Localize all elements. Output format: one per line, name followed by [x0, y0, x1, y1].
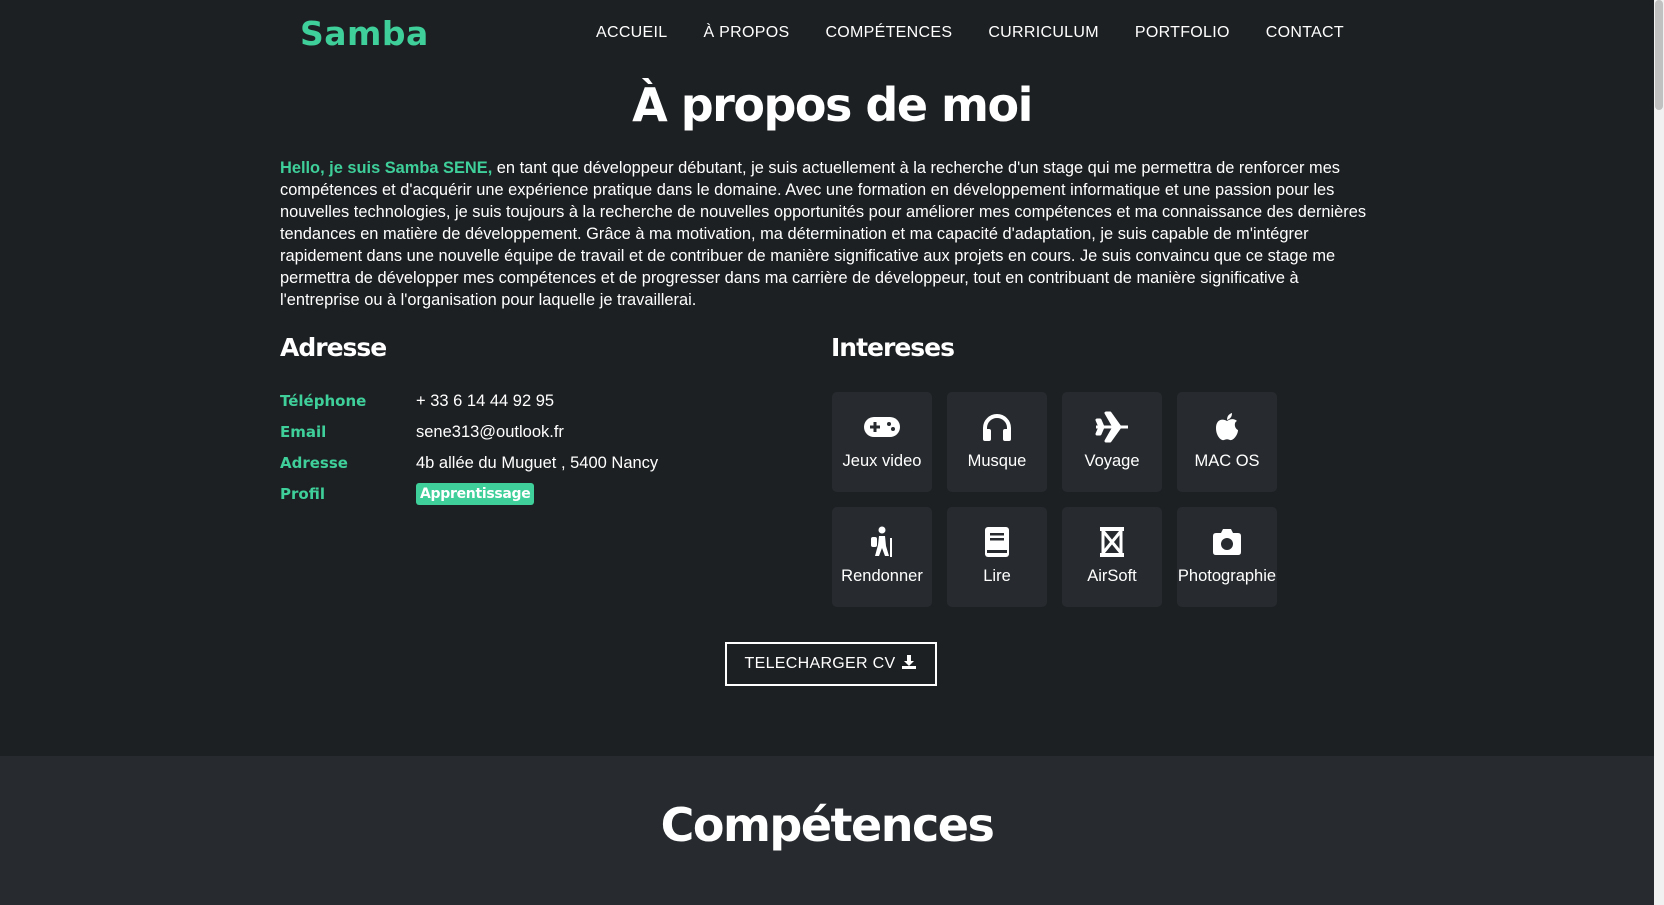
info-label: Email [280, 423, 327, 441]
top-navbar: Samba ACCUEIL À PROPOS COMPÉTENCES CURRI… [0, 0, 1654, 70]
hourglass-icon [1062, 525, 1162, 559]
interest-tile[interactable]: Musque [947, 392, 1047, 492]
about-title: À propos de moi [632, 78, 1033, 132]
headphones-icon [947, 410, 1047, 444]
nav-item-accueil[interactable]: ACCUEIL [596, 24, 667, 42]
info-value: + 33 6 14 44 92 95 [416, 391, 555, 410]
download-cv-button[interactable]: TELECHARGER CV [725, 642, 937, 686]
download-cv-label: TELECHARGER CV [744, 655, 896, 672]
interest-label: MAC OS [1194, 452, 1260, 470]
interest-label: Voyage [1084, 452, 1140, 470]
nav-menu: ACCUEIL À PROPOS COMPÉTENCES CURRICULUM … [596, 24, 1344, 42]
scrollbar-thumb[interactable] [1655, 0, 1663, 110]
interest-tile[interactable]: Rendonner [832, 507, 932, 607]
download-icon [901, 654, 917, 675]
nav-item-contact[interactable]: CONTACT [1266, 24, 1344, 42]
nav-item-a-propos[interactable]: À PROPOS [703, 24, 789, 42]
interest-label: Photographie [1177, 567, 1277, 585]
gamepad-icon [832, 410, 932, 444]
info-row-profil: Profil Apprentissage [280, 482, 535, 506]
info-row-phone: Téléphone + 33 6 14 44 92 95 [280, 389, 554, 413]
plane-icon [1062, 410, 1162, 444]
info-value: 4b allée du Muguet , 5400 Nancy [416, 453, 659, 472]
book-icon [947, 525, 1047, 559]
info-value: sene313@outlook.fr [416, 422, 564, 441]
interest-tile[interactable]: Jeux video [832, 392, 932, 492]
nav-item-competences[interactable]: COMPÉTENCES [825, 24, 952, 42]
interest-tile[interactable]: Voyage [1062, 392, 1162, 492]
scrollbar[interactable] [1654, 0, 1664, 905]
hiking-icon [832, 525, 932, 559]
apple-icon [1177, 410, 1277, 444]
intro-highlight: Hello, je suis Samba SENE, [280, 159, 493, 177]
interest-label: AirSoft [1087, 567, 1137, 585]
interest-tile[interactable]: AirSoft [1062, 507, 1162, 607]
skills-title: Compétences [660, 798, 995, 852]
interest-label: Jeux video [842, 452, 922, 470]
profil-badge: Apprentissage [416, 483, 535, 505]
info-row-address: Adresse 4b allée du Muguet , 5400 Nancy [280, 451, 658, 475]
about-intro: Hello, je suis Samba SENE, en tant que d… [280, 157, 1380, 311]
interest-tile[interactable]: MAC OS [1177, 392, 1277, 492]
intro-text: en tant que développeur débutant, je sui… [280, 159, 1367, 309]
interest-label: Lire [983, 567, 1011, 585]
page: Samba ACCUEIL À PROPOS COMPÉTENCES CURRI… [0, 0, 1664, 905]
nav-item-portfolio[interactable]: PORTFOLIO [1135, 24, 1230, 42]
interest-tile[interactable]: Lire [947, 507, 1047, 607]
camera-icon [1177, 525, 1277, 559]
info-label: Profil [280, 485, 325, 503]
site-logo[interactable]: Samba [300, 14, 429, 53]
info-label: Adresse [280, 454, 348, 472]
interest-tile[interactable]: Photographie [1177, 507, 1277, 607]
interests-title: Intereses [831, 333, 955, 362]
skills-section: Compétences [0, 756, 1654, 905]
address-title: Adresse [280, 333, 387, 362]
interest-label: Rendonner [841, 567, 923, 585]
nav-item-curriculum[interactable]: CURRICULUM [988, 24, 1099, 42]
info-row-email: Email sene313@outlook.fr [280, 420, 564, 444]
info-label: Téléphone [280, 392, 367, 410]
interest-label: Musque [967, 452, 1027, 470]
